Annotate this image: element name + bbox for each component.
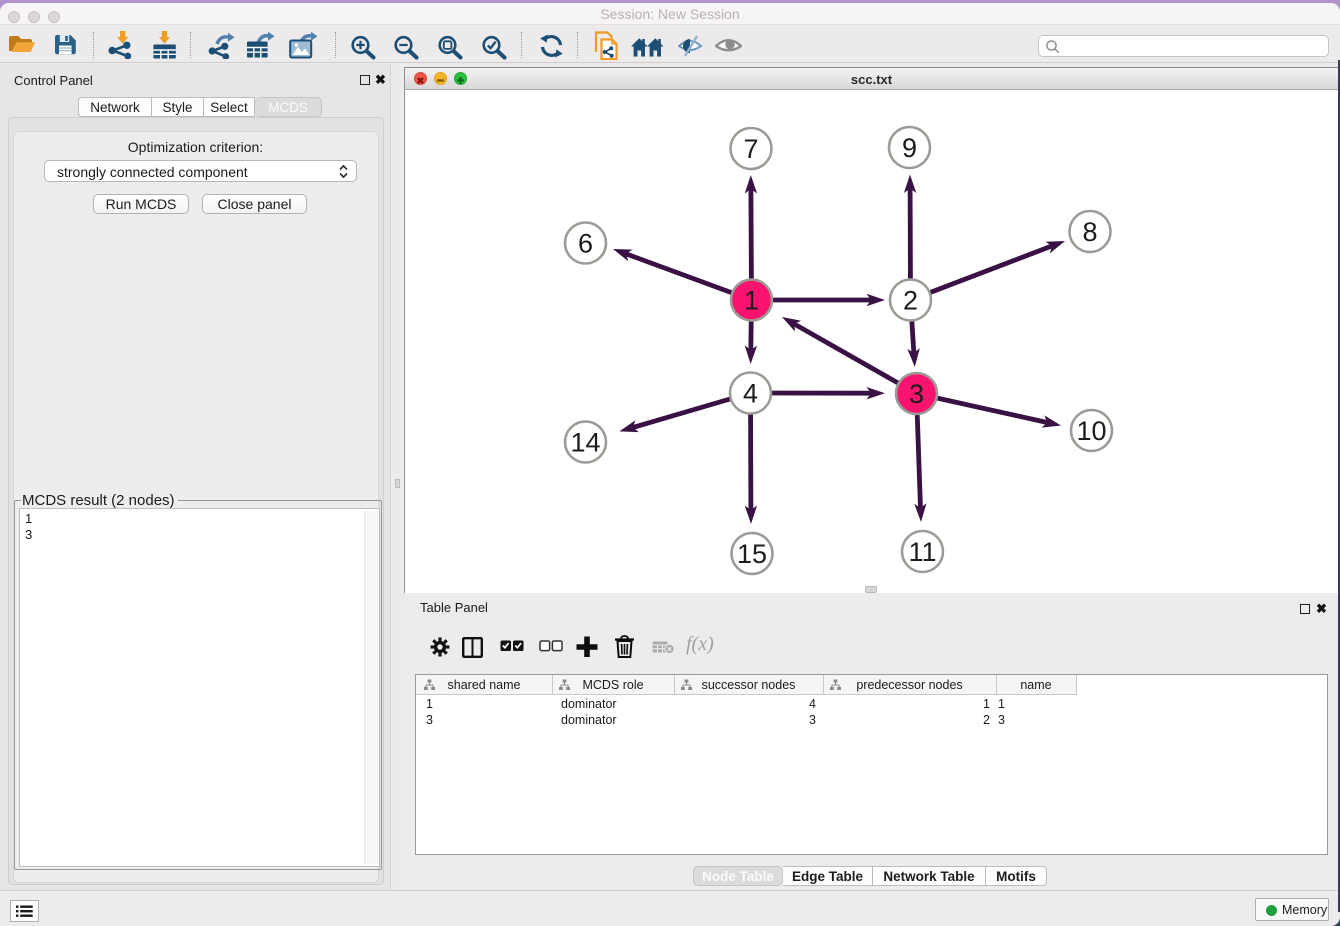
svg-text:2: 2	[903, 286, 918, 316]
svg-text:6: 6	[578, 229, 593, 259]
svg-text:9: 9	[902, 133, 917, 163]
svg-text:3: 3	[909, 379, 924, 409]
svg-text:1: 1	[744, 286, 759, 316]
svg-text:15: 15	[737, 539, 767, 569]
svg-text:14: 14	[570, 428, 600, 458]
svg-text:10: 10	[1076, 416, 1106, 446]
svg-text:4: 4	[743, 379, 758, 409]
svg-text:8: 8	[1082, 217, 1097, 247]
svg-text:11: 11	[908, 537, 936, 567]
svg-text:7: 7	[743, 134, 758, 164]
